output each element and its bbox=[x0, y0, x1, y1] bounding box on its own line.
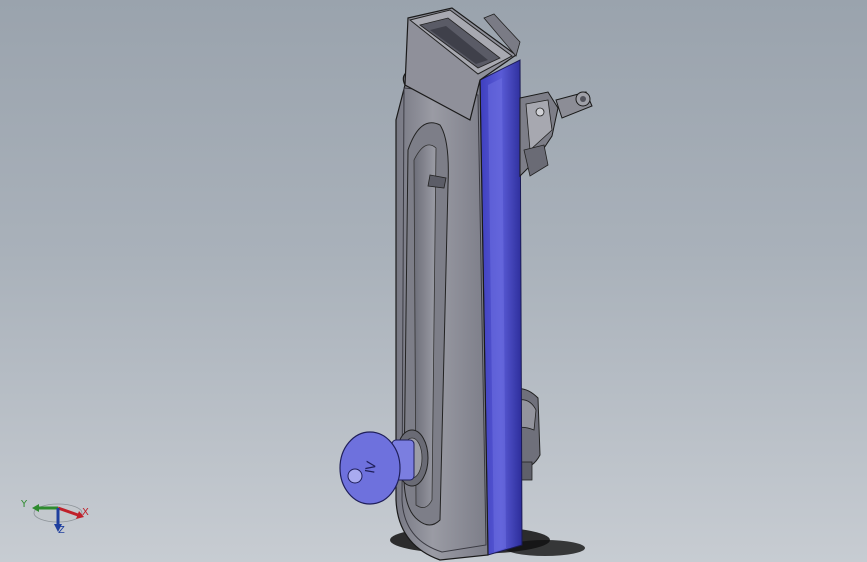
axis-triad-graphic bbox=[32, 503, 84, 532]
y-axis-label: Y bbox=[21, 499, 28, 510]
axis-triad[interactable]: Y X Z bbox=[14, 488, 104, 548]
cad-viewport[interactable]: Ⅳ Y X Z bbox=[0, 0, 867, 562]
x-axis-label: X bbox=[82, 507, 89, 518]
z-axis-label: Z bbox=[58, 525, 65, 536]
latch-mechanism bbox=[519, 91, 593, 178]
key-engraving: Ⅳ bbox=[363, 460, 380, 474]
cad-model-view[interactable]: Ⅳ bbox=[0, 0, 867, 562]
